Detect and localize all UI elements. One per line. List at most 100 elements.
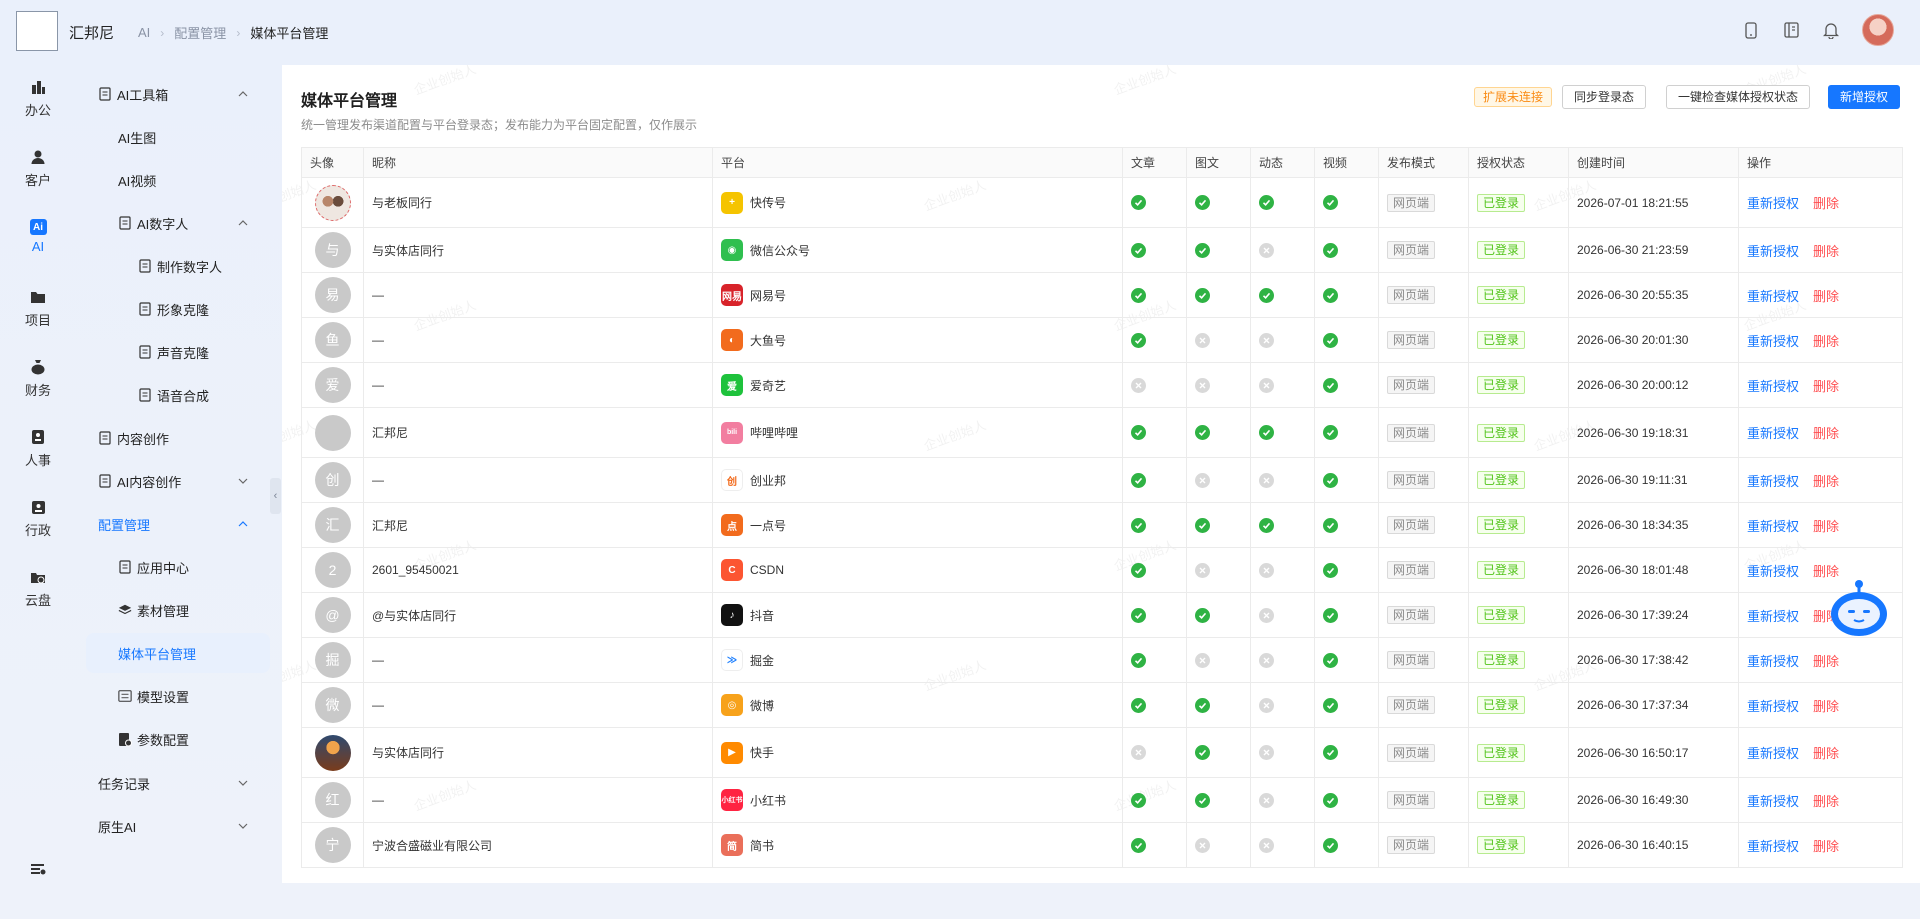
reauthorize-link[interactable]: 重新授权 xyxy=(1747,379,1799,394)
check-icon xyxy=(1131,425,1146,440)
delete-link[interactable]: 删除 xyxy=(1813,564,1839,579)
platform-cell: 点一点号 xyxy=(721,514,1114,536)
reauthorize-link[interactable]: 重新授权 xyxy=(1747,699,1799,714)
document-icon xyxy=(138,302,152,317)
publish-mode-badge: 网页端 xyxy=(1387,241,1436,259)
reauthorize-link[interactable]: 重新授权 xyxy=(1747,839,1799,854)
sidebar-item-material-management[interactable]: 素材管理 xyxy=(76,590,276,630)
delete-link[interactable]: 删除 xyxy=(1813,839,1839,854)
delete-link[interactable]: 删除 xyxy=(1813,699,1839,714)
reauthorize-link[interactable]: 重新授权 xyxy=(1747,426,1799,441)
sidebar-item-speech-synthesis[interactable]: 语音合成 xyxy=(76,375,276,415)
reauthorize-link[interactable]: 重新授权 xyxy=(1747,334,1799,349)
breadcrumb-item[interactable]: 配置管理 xyxy=(174,23,226,42)
rail-item-admin[interactable]: 行政 xyxy=(0,498,76,539)
rail-label: 云盘 xyxy=(24,593,51,608)
rail-item-customer[interactable]: 客户 xyxy=(0,148,76,189)
nickname-cell: — xyxy=(363,362,713,408)
sidebar-group-native-ai[interactable]: 原生AI xyxy=(76,806,276,846)
reauthorize-link[interactable]: 重新授权 xyxy=(1747,609,1799,624)
rail-label: 客户 xyxy=(24,173,51,188)
sidebar-item-model-settings[interactable]: 模型设置 xyxy=(76,676,276,716)
nickname-cell: 宁波合盛磁业有限公司 xyxy=(363,822,713,868)
sidebar-item-voice-clone[interactable]: 声音克隆 xyxy=(76,332,276,372)
delete-link[interactable]: 删除 xyxy=(1813,426,1839,441)
check-auth-button[interactable]: 一键检查媒体授权状态 xyxy=(1665,85,1810,109)
breadcrumb-item[interactable]: AI xyxy=(138,25,150,40)
sidebar-item-ai-image[interactable]: AI生图 xyxy=(76,117,276,157)
platform-logo-icon: ◐ xyxy=(721,329,743,351)
delete-link[interactable]: 删除 xyxy=(1813,746,1839,761)
publish-mode-badge: 网页端 xyxy=(1387,193,1436,212)
publish-mode-badge: 网页端 xyxy=(1387,606,1436,624)
rail-item-project[interactable]: 项目 xyxy=(0,288,76,329)
assistant-robot-icon[interactable] xyxy=(1826,578,1892,640)
reauthorize-link[interactable]: 重新授权 xyxy=(1747,289,1799,304)
check-icon xyxy=(1195,242,1210,258)
auth-status-badge: 已登录 xyxy=(1477,241,1526,259)
sidebar-item-media-platform[interactable]: 媒体平台管理 xyxy=(86,633,270,673)
book-icon[interactable] xyxy=(1782,21,1800,39)
delete-link[interactable]: 删除 xyxy=(1813,334,1839,349)
sidebar-item-content-creation[interactable]: 内容创作 xyxy=(76,418,276,458)
created-time: 2026-06-30 16:50:17 xyxy=(1568,727,1739,778)
logo[interactable] xyxy=(16,11,58,51)
platform-cell: 小红书 小红书 xyxy=(721,789,1114,811)
auth-status-badge: 已登录 xyxy=(1477,331,1526,349)
settings-menu-button[interactable] xyxy=(0,860,76,882)
sidebar-item-make-digital-human[interactable]: 制作数字人 xyxy=(76,246,276,286)
delete-link[interactable]: 删除 xyxy=(1813,379,1839,394)
add-auth-button[interactable]: 新增授权 xyxy=(1827,85,1900,109)
nickname-cell: 汇邦尼 xyxy=(363,502,713,548)
platform-logo-icon: 网易 xyxy=(721,284,743,306)
cross-icon xyxy=(1259,472,1274,488)
cross-icon xyxy=(1195,377,1210,393)
delete-link[interactable]: 删除 xyxy=(1813,794,1839,809)
reauthorize-link[interactable]: 重新授权 xyxy=(1747,474,1799,489)
user-avatar[interactable] xyxy=(1862,14,1894,46)
sidebar-group-ai-toolbox[interactable]: AI工具箱 xyxy=(76,74,276,114)
sidebar-group-ai-content-creation[interactable]: AI内容创作 xyxy=(76,461,276,501)
sidebar-collapse-button[interactable]: ‹ xyxy=(270,478,281,514)
rail-item-hr[interactable]: 人事 xyxy=(0,428,76,469)
delete-link[interactable]: 删除 xyxy=(1813,474,1839,489)
chevron-up-icon xyxy=(238,91,248,97)
reauthorize-link[interactable]: 重新授权 xyxy=(1747,196,1799,211)
param-config-icon xyxy=(118,732,132,747)
rail-item-cloud-disk[interactable]: 云盘 xyxy=(0,568,76,609)
reauthorize-link[interactable]: 重新授权 xyxy=(1747,746,1799,761)
reauthorize-link[interactable]: 重新授权 xyxy=(1747,519,1799,534)
delete-link[interactable]: 删除 xyxy=(1813,289,1839,304)
mobile-icon[interactable] xyxy=(1742,21,1760,39)
sidebar-group-task-records[interactable]: 任务记录 xyxy=(76,763,276,803)
sync-login-button[interactable]: 同步登录态 xyxy=(1561,85,1646,109)
sidebar-item-param-config[interactable]: 参数配置 xyxy=(76,719,276,759)
sidebar-group-ai-digital-human[interactable]: AI数字人 xyxy=(76,203,276,243)
sidebar-item-app-center[interactable]: 应用中心 xyxy=(76,547,276,587)
platform-name: 小红书 xyxy=(750,793,787,808)
delete-link[interactable]: 删除 xyxy=(1813,654,1839,669)
check-icon xyxy=(1323,332,1338,348)
sidebar-item-ai-video[interactable]: AI视频 xyxy=(76,160,276,200)
reauthorize-link[interactable]: 重新授权 xyxy=(1747,244,1799,259)
check-icon xyxy=(1131,837,1146,853)
sidebar-item-image-clone[interactable]: 形象克隆 xyxy=(76,289,276,329)
check-icon xyxy=(1195,607,1210,623)
rail-item-ai[interactable]: Ai AI xyxy=(0,219,76,254)
bell-icon[interactable] xyxy=(1822,21,1840,39)
check-icon xyxy=(1323,195,1338,210)
platform-name: 微博 xyxy=(750,698,775,713)
rail-label: 人事 xyxy=(24,453,51,468)
reauthorize-link[interactable]: 重新授权 xyxy=(1747,794,1799,809)
delete-link[interactable]: 删除 xyxy=(1813,519,1839,534)
sidebar-group-config-management[interactable]: 配置管理 xyxy=(76,504,276,544)
rail-item-office[interactable]: 办公 xyxy=(0,78,76,119)
reauthorize-link[interactable]: 重新授权 xyxy=(1747,654,1799,669)
platform-name: CSDN xyxy=(750,563,785,577)
sidebar-label: 配置管理 xyxy=(98,517,151,533)
platform-name: 掘金 xyxy=(750,653,775,668)
rail-item-finance[interactable]: 财务 xyxy=(0,358,76,399)
delete-link[interactable]: 删除 xyxy=(1813,244,1839,259)
delete-link[interactable]: 删除 xyxy=(1813,196,1839,211)
reauthorize-link[interactable]: 重新授权 xyxy=(1747,564,1799,579)
